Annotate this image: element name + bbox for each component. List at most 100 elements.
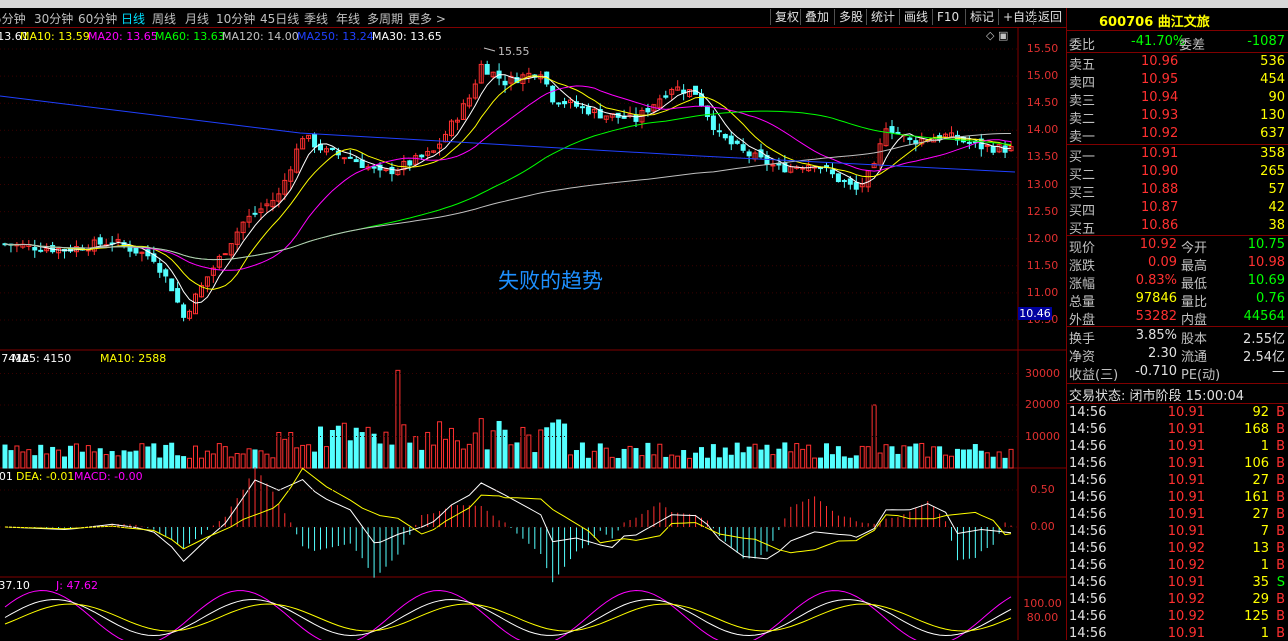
tick-side: B [1276, 456, 1285, 471]
tick-volume: 1 [1260, 558, 1269, 573]
ma120-line [4, 133, 1011, 261]
volume-bar [460, 448, 466, 469]
macd-axis-label: 0.50 [1030, 483, 1055, 496]
macd-histogram [10, 467, 1012, 583]
tick-price: 10.91 [1167, 439, 1205, 454]
volume-bar [234, 453, 240, 469]
volume-bar [431, 444, 437, 469]
volume-bar [353, 427, 359, 469]
volume-bar [913, 443, 919, 469]
volume-bar [133, 450, 139, 469]
quote-label: 今开 [1181, 241, 1208, 256]
candle-body [407, 160, 413, 166]
volume-bar [44, 453, 50, 469]
volume-bar [1002, 457, 1008, 469]
tick-side: S [1276, 575, 1285, 590]
volume-bar [395, 369, 401, 469]
volume-bar [651, 454, 657, 469]
panel-divider [1067, 235, 1288, 236]
volume-bar [300, 444, 306, 469]
bid-label: 买一 [1069, 150, 1096, 165]
volume-bar [246, 448, 252, 469]
volume-bar [550, 422, 556, 469]
volume-bar [466, 443, 472, 469]
volume-bar [121, 450, 127, 469]
tick-side: B [1276, 405, 1285, 420]
quote-label: 最低 [1181, 277, 1208, 292]
volume-bar [633, 448, 639, 469]
volume-bar [496, 420, 502, 469]
high-price-marker: 15.55 [498, 45, 530, 58]
fund-value: 2.30 [1148, 346, 1177, 361]
volume-bar [103, 454, 109, 469]
price-axis-label: 12.50 [1026, 204, 1059, 218]
price-legend-item: MA120: 14.00 [222, 30, 299, 43]
tick-volume: 35 [1252, 575, 1269, 590]
fund-label: 换手 [1069, 332, 1096, 347]
quote-value: 0.83% [1135, 273, 1177, 288]
price-axis-label: 14.50 [1026, 96, 1059, 110]
ask-volume: 90 [1268, 90, 1285, 105]
volume-bar [877, 452, 883, 469]
dif-line [4, 479, 1012, 563]
tick-time: 14:56 [1069, 524, 1107, 539]
quote-value: 44564 [1243, 309, 1285, 324]
volume-bar [758, 449, 764, 469]
volume-bar [931, 446, 937, 469]
volume-bar [841, 456, 847, 469]
ask-label: 卖三 [1069, 94, 1096, 109]
kline-chart-area[interactable]: 15.55 失败的趋势 [0, 0, 1066, 640]
candle-body [252, 212, 258, 215]
volume-bars [2, 369, 1014, 469]
volume-bar [306, 444, 312, 469]
weicha-label: 委差 [1179, 38, 1206, 53]
volume-bar [508, 444, 514, 469]
volume-bar [716, 457, 722, 469]
volume-bar [764, 444, 770, 469]
candle-body [728, 135, 734, 145]
price-legend-item: MA250: 13.24 [297, 30, 374, 43]
volume-bar [966, 449, 972, 469]
volume-bar [347, 440, 353, 469]
volume-bar [365, 426, 371, 469]
volume-bar [788, 451, 794, 469]
volume-bar [520, 426, 526, 469]
volume-bar [145, 446, 151, 469]
quote-value: 0.76 [1256, 291, 1285, 306]
tick-side: B [1276, 558, 1285, 573]
price-legend-item: MA60: 13.63 [155, 30, 225, 43]
volume-bar [865, 446, 871, 469]
volume-bar [609, 456, 615, 469]
candle-body [163, 269, 169, 277]
quote-value: 10.92 [1139, 237, 1177, 252]
candle-body [312, 133, 318, 148]
candle-body [716, 130, 722, 133]
candle-body [222, 253, 228, 256]
tick-price: 10.91 [1167, 626, 1205, 641]
panel-settings-icon[interactable]: ◇ ▣ [986, 29, 1008, 42]
tick-time: 14:56 [1069, 422, 1107, 437]
volume-bar [728, 454, 734, 469]
volume-bar [895, 453, 901, 469]
volume-bar [222, 446, 228, 469]
bid-label: 买二 [1069, 168, 1096, 183]
tick-side: B [1276, 473, 1285, 488]
volume-bar [591, 450, 597, 469]
volume-bar [425, 431, 431, 469]
volume-bar [847, 457, 853, 469]
tick-volume: 27 [1252, 507, 1269, 522]
tick-price: 10.92 [1167, 558, 1205, 573]
volume-bar [907, 446, 913, 469]
candle-body [853, 182, 859, 190]
volume-bar [198, 457, 204, 469]
bid-label: 买三 [1069, 186, 1096, 201]
volume-bar [383, 431, 389, 469]
volume-bar [806, 444, 812, 469]
candle-body [359, 159, 365, 169]
tick-price: 10.91 [1167, 507, 1205, 522]
volume-bar [371, 433, 377, 469]
ask-volume: 130 [1260, 108, 1285, 123]
candle-body [97, 237, 103, 245]
volume-bar [240, 453, 246, 469]
weibi-value: -41.70% [1131, 34, 1186, 49]
